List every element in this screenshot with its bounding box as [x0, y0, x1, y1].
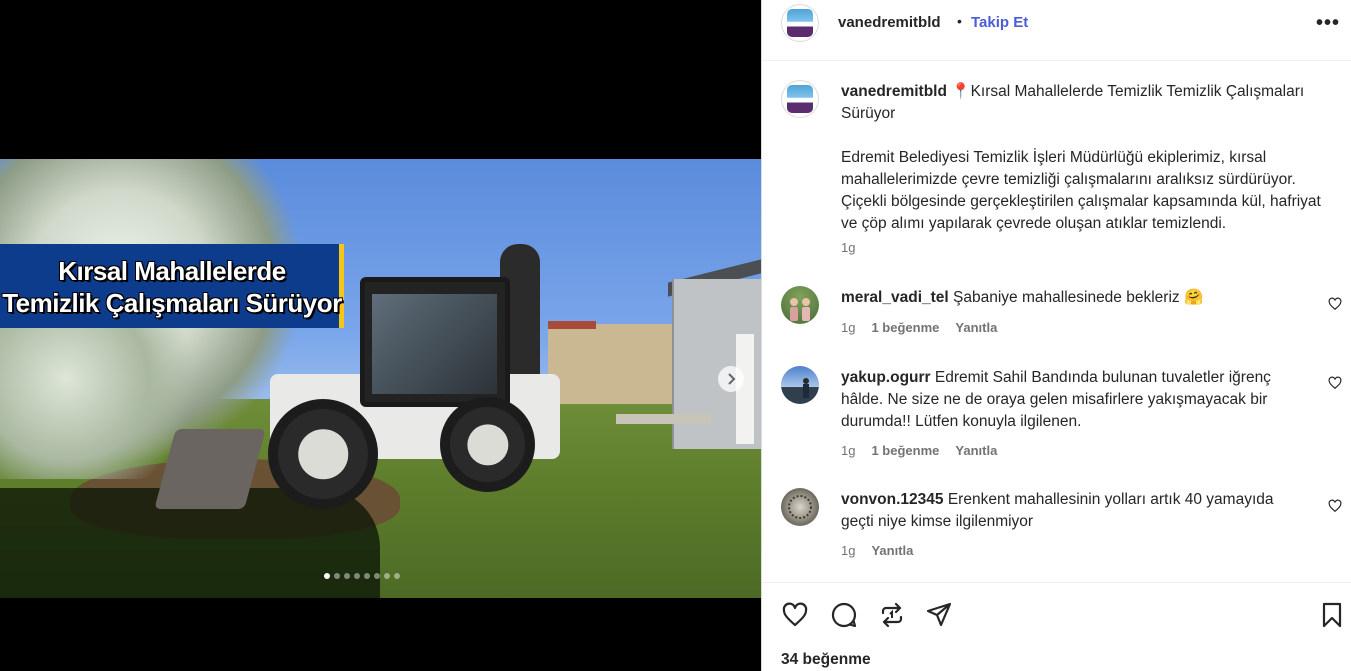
comment-likes[interactable]: 1 beğenme	[871, 443, 939, 458]
caption-avatar[interactable]	[781, 80, 819, 118]
comment-meta: 1g Yanıtla	[841, 543, 914, 558]
comment-icon[interactable]	[830, 601, 858, 629]
reply-button[interactable]: Yanıtla	[955, 320, 997, 335]
follow-button[interactable]: Takip Et	[971, 14, 1028, 31]
comment-username[interactable]: yakup.ogurr	[841, 369, 931, 386]
person-avatar-icon	[803, 378, 809, 398]
carousel-dot[interactable]	[324, 573, 330, 579]
heart-icon[interactable]	[1328, 376, 1342, 390]
post-side-panel: vanedremitbld • Takip Et ••• vanedremitb…	[761, 0, 1351, 671]
carousel-dot[interactable]	[384, 573, 390, 579]
comment-avatar[interactable]	[781, 366, 819, 404]
heart-icon[interactable]	[781, 601, 809, 629]
coin-avatar-icon	[788, 495, 812, 519]
carousel-dot[interactable]	[354, 573, 360, 579]
post-photo[interactable]: Kırsal Mahallelerde Temizlik Çalışmaları…	[0, 159, 761, 598]
people-avatar-icon	[790, 298, 810, 321]
caption-body: Edremit Belediyesi Temizlik İşleri Müdür…	[841, 149, 1321, 232]
heart-icon[interactable]	[1328, 499, 1342, 513]
header-username[interactable]: vanedremitbld	[838, 14, 941, 31]
carousel-dot[interactable]	[334, 573, 340, 579]
separator-dot: •	[957, 13, 962, 29]
caption-title: vanedremitbld 📍Kırsal Mahallelerde Temiz…	[841, 81, 1333, 125]
post-viewer: Kırsal Mahallelerde Temizlik Çalışmaları…	[0, 0, 1351, 671]
carousel-dot[interactable]	[374, 573, 380, 579]
comment-text: vonvon.12345 Erenkent mahallesinin yolla…	[841, 491, 1274, 530]
pin-icon: 📍	[951, 83, 971, 100]
caption-username[interactable]: vanedremitbld	[841, 83, 947, 100]
comment-avatar[interactable]	[781, 488, 819, 526]
municipality-logo	[787, 85, 813, 113]
media-area: Kırsal Mahallelerde Temizlik Çalışmaları…	[0, 0, 761, 671]
share-icon[interactable]	[925, 601, 953, 629]
comment-meta: 1g 1 beğenme Yanıtla	[841, 443, 998, 458]
photo-banner-text: Kırsal Mahallelerde Temizlik Çalışmaları…	[2, 256, 342, 318]
comment-text: meral_vadi_tel Şabaniye mahallesinede be…	[841, 289, 1204, 306]
likes-count[interactable]: 34 beğenme	[781, 651, 871, 669]
comment-username[interactable]: vonvon.12345	[841, 491, 944, 508]
avatar[interactable]	[781, 4, 819, 42]
comment-likes[interactable]: 1 beğenme	[871, 320, 939, 335]
carousel-indicators	[324, 573, 400, 579]
chevron-right-icon	[728, 373, 736, 385]
repost-icon[interactable]	[878, 601, 906, 629]
municipality-logo	[787, 9, 813, 37]
post-header: vanedremitbld • Takip Et •••	[762, 0, 1351, 61]
reply-button[interactable]: Yanıtla	[955, 443, 997, 458]
carousel-dot[interactable]	[344, 573, 350, 579]
carousel-dot[interactable]	[394, 573, 400, 579]
comment-text: yakup.ogurr Edremit Sahil Bandında bulun…	[841, 369, 1271, 430]
bookmark-icon[interactable]	[1318, 601, 1346, 629]
comment-username[interactable]: meral_vadi_tel	[841, 289, 949, 306]
comment-meta: 1g 1 beğenme Yanıtla	[841, 320, 998, 335]
more-options-icon[interactable]: •••	[1316, 12, 1340, 35]
heart-icon[interactable]	[1328, 297, 1342, 311]
carousel-next-button[interactable]	[718, 366, 744, 392]
comment-avatar[interactable]	[781, 286, 819, 324]
post-actions: 34 beğenme	[762, 582, 1351, 671]
caption-time: 1g	[841, 240, 856, 255]
reply-button[interactable]: Yanıtla	[871, 543, 913, 558]
carousel-dot[interactable]	[364, 573, 370, 579]
